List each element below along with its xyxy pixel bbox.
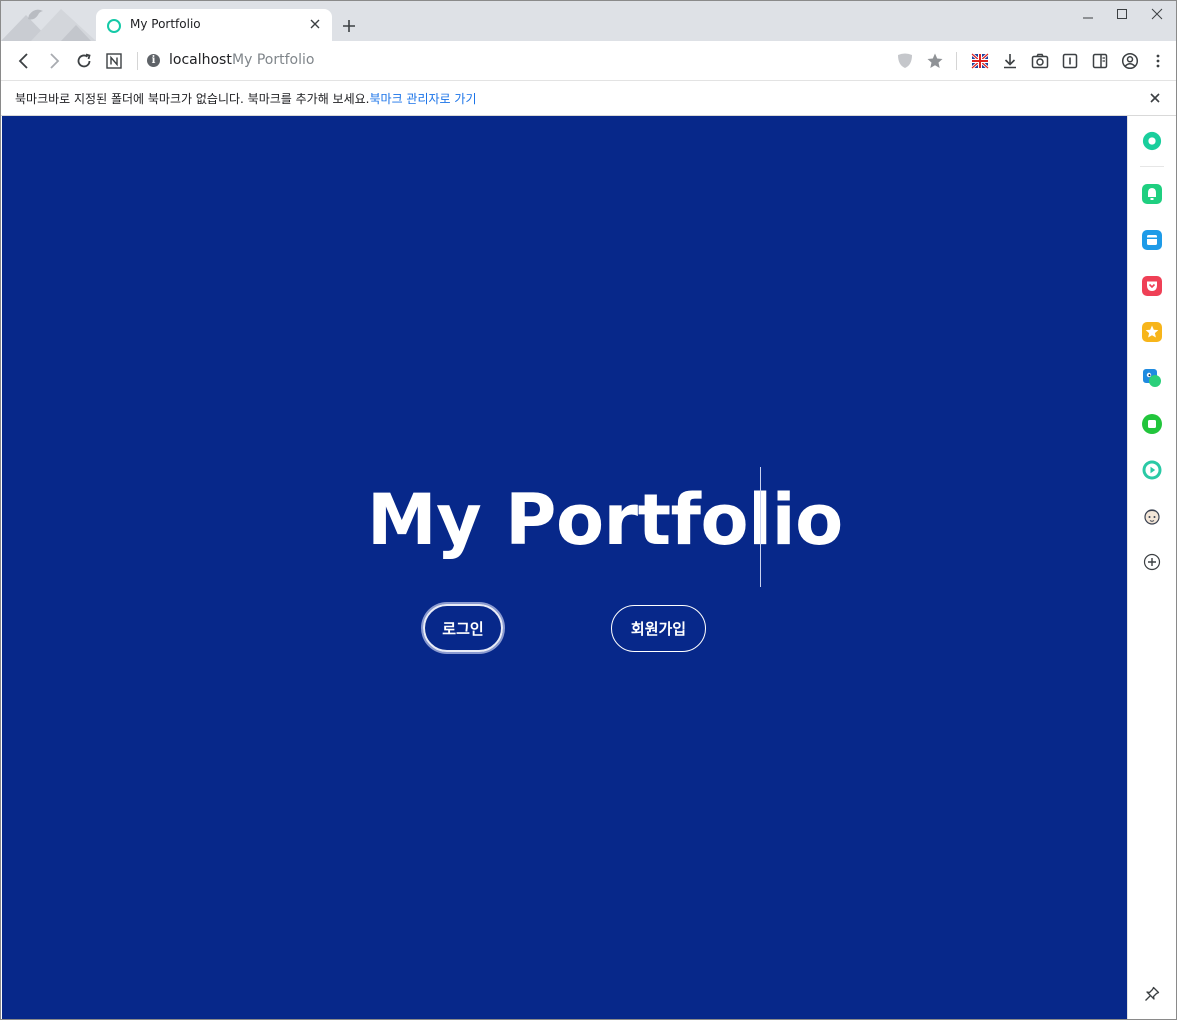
- minimize-button[interactable]: [1073, 3, 1103, 25]
- site-info-icon[interactable]: i: [147, 54, 160, 67]
- bookmark-manager-link[interactable]: 북마크 관리자로 가기: [370, 92, 477, 106]
- toolbar-divider: [137, 52, 138, 70]
- new-tab-button[interactable]: [338, 15, 360, 37]
- reader-mode-icon[interactable]: [1059, 50, 1081, 72]
- play-media-icon[interactable]: [1142, 460, 1162, 480]
- bookmark-bar-message: 북마크바로 지정된 폴더에 북마크가 없습니다. 북마크를 추가해 보세요.: [15, 92, 370, 106]
- toolbar-divider: [956, 52, 957, 70]
- hero-title: My Portfolio: [367, 479, 843, 561]
- theme-decoration-icon: [1, 9, 96, 41]
- back-arrow-icon[interactable]: [13, 50, 35, 72]
- tab-close-icon[interactable]: [306, 15, 324, 33]
- star-favorites-icon[interactable]: [1142, 322, 1162, 342]
- whale-home-icon[interactable]: [1142, 131, 1162, 151]
- menu-dots-icon[interactable]: [1147, 50, 1169, 72]
- typing-cursor: [760, 467, 761, 587]
- reload-icon[interactable]: [73, 50, 95, 72]
- navigation-toolbar: i localhost My Portfolio: [1, 41, 1176, 81]
- split-view-icon[interactable]: [1089, 50, 1111, 72]
- add-panel-icon[interactable]: [1142, 552, 1162, 572]
- notification-bell-icon[interactable]: [1142, 184, 1162, 204]
- naver-square-icon[interactable]: [1142, 414, 1162, 434]
- papago-translate-icon[interactable]: [1142, 368, 1162, 388]
- login-button[interactable]: 로그인: [423, 604, 503, 652]
- address-page-title[interactable]: My Portfolio: [232, 52, 314, 68]
- tab-title: My Portfolio: [130, 17, 201, 31]
- shield-icon[interactable]: [894, 50, 916, 72]
- translate-flag-icon[interactable]: [969, 50, 991, 72]
- character-avatar-icon[interactable]: [1142, 506, 1162, 526]
- browser-window: My Portfolio i localhost My Portfolio 북마…: [0, 0, 1177, 1020]
- bookmark-bar-message-line: 북마크바로 지정된 폴더에 북마크가 없습니다. 북마크를 추가해 보세요.북마…: [15, 90, 477, 107]
- pin-icon[interactable]: [1142, 984, 1162, 1004]
- bookmark-bar-close-icon[interactable]: [1146, 89, 1164, 107]
- calendar-icon[interactable]: [1142, 230, 1162, 250]
- address-host[interactable]: localhost: [169, 52, 232, 68]
- tab-strip: My Portfolio: [1, 1, 1176, 41]
- naver-home-icon[interactable]: [103, 50, 125, 72]
- close-window-button[interactable]: [1142, 3, 1172, 25]
- active-tab[interactable]: My Portfolio: [96, 9, 332, 41]
- page-content: My Portfolio 로그인 회원가입: [2, 116, 1127, 1019]
- side-panel: [1127, 116, 1176, 1019]
- download-icon[interactable]: [999, 50, 1021, 72]
- forward-arrow-icon[interactable]: [43, 50, 65, 72]
- camera-capture-icon[interactable]: [1029, 50, 1051, 72]
- maximize-button[interactable]: [1107, 3, 1137, 25]
- profile-icon[interactable]: [1119, 50, 1141, 72]
- tab-favicon-icon: [107, 19, 121, 33]
- sidebar-divider: [1140, 166, 1164, 167]
- pocket-icon[interactable]: [1142, 276, 1162, 296]
- bookmark-bar: 북마크바로 지정된 폴더에 북마크가 없습니다. 북마크를 추가해 보세요.북마…: [1, 81, 1176, 116]
- signup-button[interactable]: 회원가입: [611, 605, 706, 652]
- bookmark-star-icon[interactable]: [924, 50, 946, 72]
